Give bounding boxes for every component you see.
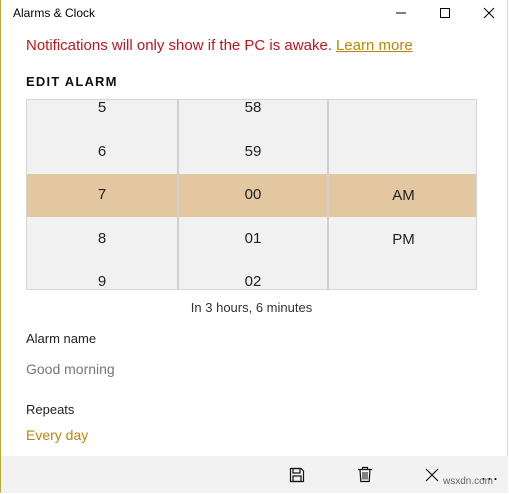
period-option[interactable]: PM — [329, 230, 476, 250]
minute-option[interactable]: 59 — [179, 142, 327, 162]
notice-text: Notifications will only show if the PC i… — [26, 37, 332, 54]
hour-column[interactable]: 5 6 7 8 9 — [27, 100, 177, 289]
minute-option-selected[interactable]: 00 — [179, 185, 327, 205]
hour-option[interactable]: 8 — [27, 229, 177, 249]
title-bar[interactable]: Alarms & Clock — [1, 0, 509, 26]
minute-option[interactable]: 58 — [179, 100, 327, 118]
repeats-label: Repeats — [26, 402, 75, 417]
minimize-icon — [396, 12, 406, 14]
minute-column[interactable]: 58 59 00 01 02 — [177, 100, 329, 289]
command-bar: ... — [2, 456, 508, 493]
maximize-icon — [440, 8, 450, 18]
period-option-selected[interactable]: AM — [329, 186, 476, 206]
alarm-countdown: In 3 hours, 6 minutes — [190, 300, 313, 315]
close-window-button[interactable] — [466, 0, 509, 26]
save-icon — [289, 467, 305, 482]
hour-option[interactable]: 9 — [27, 272, 177, 289]
alarm-name-label: Alarm name — [26, 331, 97, 346]
hour-option-selected[interactable]: 7 — [27, 185, 177, 205]
hour-option[interactable]: 5 — [27, 100, 177, 118]
cancel-button[interactable] — [412, 456, 452, 493]
window-title: Alarms & Clock — [13, 6, 96, 20]
repeats-dropdown[interactable]: Every day — [26, 427, 88, 443]
alarm-name-field[interactable]: Good morning — [26, 361, 115, 377]
awake-notice: Notifications will only show if the PC i… — [26, 37, 413, 54]
save-button[interactable] — [277, 456, 317, 493]
delete-icon — [358, 466, 372, 483]
watermark: wsxdn.com — [443, 476, 494, 487]
minimize-button[interactable] — [378, 0, 424, 26]
page-title: EDIT ALARM — [26, 74, 118, 89]
period-column[interactable]: AM PM — [329, 100, 476, 289]
close-icon — [483, 7, 495, 19]
time-picker[interactable]: 5 6 7 8 9 58 59 00 01 02 AM PM — [26, 99, 477, 290]
learn-more-link[interactable]: Learn more — [336, 37, 413, 54]
hour-option[interactable]: 6 — [27, 142, 177, 162]
close-icon — [425, 468, 439, 481]
minute-option[interactable]: 01 — [179, 229, 327, 249]
app-window: Alarms & Clock Notifications will only s… — [0, 0, 508, 493]
delete-button[interactable] — [345, 456, 385, 493]
minute-option[interactable]: 02 — [179, 272, 327, 289]
maximize-button[interactable] — [422, 0, 468, 26]
more-button[interactable]: ... — [470, 456, 509, 493]
